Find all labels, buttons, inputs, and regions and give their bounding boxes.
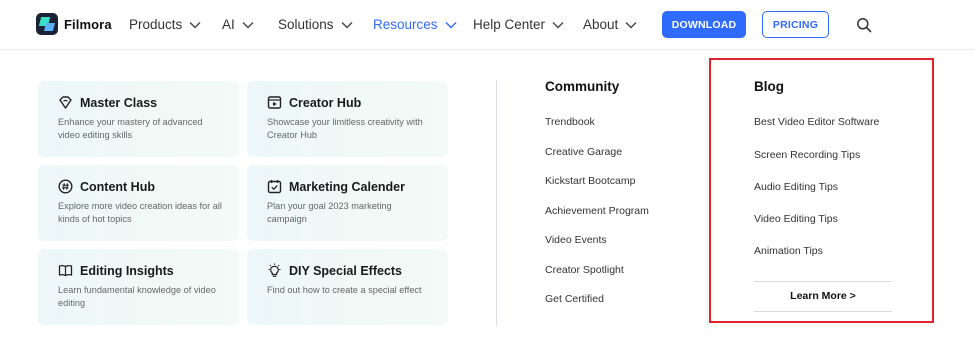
nav-help-center[interactable]: Help Center bbox=[473, 17, 564, 32]
nav-ai[interactable]: AI bbox=[222, 17, 254, 32]
learn-more-link[interactable]: Learn More > bbox=[754, 290, 892, 302]
search-icon[interactable] bbox=[856, 17, 872, 33]
card-title: Master Class bbox=[80, 95, 158, 110]
community-link-creative-garage[interactable]: Creative Garage bbox=[545, 146, 622, 158]
learn-more-separator bbox=[754, 311, 892, 312]
nav-resources[interactable]: Resources bbox=[373, 17, 457, 32]
community-link-trendbook[interactable]: Trendbook bbox=[545, 116, 595, 128]
community-link-get-certified[interactable]: Get Certified bbox=[545, 293, 604, 305]
blog-link-animation-tips[interactable]: Animation Tips bbox=[754, 245, 823, 257]
nav-label: Help Center bbox=[473, 17, 546, 32]
card-description: Explore more video creation ideas for al… bbox=[58, 201, 222, 224]
community-link-video-events[interactable]: Video Events bbox=[545, 234, 607, 246]
chevron-down-icon bbox=[445, 21, 457, 29]
nav-products[interactable]: Products bbox=[129, 17, 201, 32]
column-divider bbox=[496, 80, 497, 326]
card-title: Creator Hub bbox=[289, 95, 362, 110]
community-link-creator-spotlight[interactable]: Creator Spotlight bbox=[545, 264, 624, 276]
column-divider bbox=[707, 60, 708, 330]
hashtag-icon bbox=[58, 179, 73, 194]
community-link-kickstart-bootcamp[interactable]: Kickstart Bootcamp bbox=[545, 175, 635, 187]
pricing-button[interactable]: PRICING bbox=[762, 11, 829, 38]
community-title: Community bbox=[545, 79, 620, 94]
blog-title: Blog bbox=[754, 79, 784, 94]
nav-label: Solutions bbox=[278, 17, 334, 32]
nav-solutions[interactable]: Solutions bbox=[278, 17, 353, 32]
video-player-icon bbox=[267, 95, 282, 110]
card-diy-special-effects[interactable]: DIY Special Effects Find out how to crea… bbox=[247, 249, 448, 325]
nav-about[interactable]: About bbox=[583, 17, 637, 32]
card-creator-hub[interactable]: Creator Hub Showcase your limitless crea… bbox=[247, 81, 448, 157]
card-description: Find out how to create a special effect bbox=[267, 285, 422, 295]
card-marketing-calender[interactable]: Marketing Calender Plan your goal 2023 m… bbox=[247, 165, 448, 241]
lightbulb-icon bbox=[267, 263, 282, 278]
chevron-down-icon bbox=[341, 21, 353, 29]
card-title: Marketing Calender bbox=[289, 179, 406, 194]
card-master-class[interactable]: Master Class Enhance your mastery of adv… bbox=[38, 81, 239, 157]
nav-label: Products bbox=[129, 17, 183, 32]
diamond-heart-icon bbox=[58, 95, 73, 110]
chevron-down-icon bbox=[242, 21, 254, 29]
open-book-icon bbox=[58, 263, 73, 278]
card-editing-insights[interactable]: Editing Insights Learn fundamental knowl… bbox=[38, 249, 239, 325]
card-title: DIY Special Effects bbox=[289, 263, 403, 278]
brand-name: Filmora bbox=[64, 16, 112, 32]
chevron-down-icon bbox=[552, 21, 564, 29]
brand-logo[interactable]: Filmora bbox=[36, 13, 112, 35]
blog-link-audio-editing-tips[interactable]: Audio Editing Tips bbox=[754, 181, 838, 193]
top-navigation: Filmora Products AI Solutions Resources … bbox=[0, 0, 975, 50]
blog-link-screen-recording-tips[interactable]: Screen Recording Tips bbox=[754, 149, 860, 161]
community-link-achievement-program[interactable]: Achievement Program bbox=[545, 205, 649, 217]
filmora-logo-icon bbox=[36, 13, 58, 35]
nav-label: AI bbox=[222, 17, 235, 32]
download-button[interactable]: DOWNLOAD bbox=[662, 11, 746, 38]
nav-label: Resources bbox=[373, 17, 438, 32]
card-title: Editing Insights bbox=[80, 263, 174, 278]
card-title: Content Hub bbox=[80, 179, 155, 194]
card-description: Learn fundamental knowledge of video edi… bbox=[58, 285, 216, 308]
calendar-check-icon bbox=[267, 179, 282, 194]
card-description: Showcase your limitless creativity with … bbox=[267, 117, 423, 140]
nav-label: About bbox=[583, 17, 619, 32]
blog-link-video-editing-tips[interactable]: Video Editing Tips bbox=[754, 213, 838, 225]
card-content-hub[interactable]: Content Hub Explore more video creation … bbox=[38, 165, 239, 241]
chevron-down-icon bbox=[625, 21, 637, 29]
blog-link-best-video-editor-software[interactable]: Best Video Editor Software bbox=[754, 116, 879, 128]
learn-more-separator bbox=[754, 281, 892, 282]
card-description: Plan your goal 2023 marketing campaign bbox=[267, 201, 392, 224]
card-description: Enhance your mastery of advanced video e… bbox=[58, 117, 203, 140]
chevron-down-icon bbox=[189, 21, 201, 29]
